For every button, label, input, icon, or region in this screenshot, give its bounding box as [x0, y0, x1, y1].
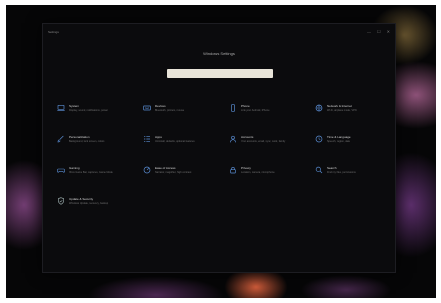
tile-title: Gaming: [69, 166, 80, 170]
minimize-button[interactable]: —: [367, 30, 371, 34]
tile-description: Speech, region, date: [327, 140, 351, 143]
tile-description: Windows Update, recovery, backup: [69, 202, 109, 205]
title-bar: Settings — ☐ ✕: [43, 24, 395, 40]
tile-title: Privacy: [241, 166, 251, 170]
settings-window: Settings — ☐ ✕ Windows Settings System Di…: [42, 23, 396, 273]
settings-tile[interactable]: Privacy Location, camera, microphone: [229, 166, 307, 186]
apps-icon: [143, 135, 151, 143]
brush-icon: [57, 135, 65, 143]
laptop-icon: [57, 104, 65, 112]
settings-tile[interactable]: Phone Link your Android, iPhone: [229, 104, 307, 124]
tile-description: Find my files, permissions: [327, 171, 356, 174]
person-icon: [229, 135, 237, 143]
app-title: Settings: [48, 30, 59, 34]
settings-tile[interactable]: Accounts Your accounts, email, sync, work…: [229, 135, 307, 155]
tile-title: Time & Language: [327, 135, 351, 139]
window-controls: — ☐ ✕: [367, 30, 390, 34]
tile-title: Network & Internet: [327, 104, 352, 108]
settings-tile[interactable]: Network & Internet Wi-Fi, airplane mode, …: [315, 104, 393, 124]
settings-tile[interactable]: Search Find my files, permissions: [315, 166, 393, 186]
tile-title: Phone: [241, 104, 250, 108]
tile-description: Uninstall, defaults, optional features: [155, 140, 195, 143]
desktop: Settings — ☐ ✕ Windows Settings System Di…: [6, 5, 436, 298]
lock-icon: [229, 166, 237, 174]
tile-description: Xbox Game Bar, captures, Game Mode: [69, 171, 113, 174]
globe-icon: [315, 104, 323, 112]
page-title: Windows Settings: [203, 51, 235, 56]
search-input[interactable]: [171, 71, 269, 76]
tile-title: Apps: [155, 135, 162, 139]
settings-tile[interactable]: Time & Language Speech, region, date: [315, 135, 393, 155]
tile-description: Link your Android, iPhone: [241, 109, 270, 112]
tile-description: Bluetooth, printers, mouse: [155, 109, 185, 112]
settings-tile[interactable]: Devices Bluetooth, printers, mouse: [143, 104, 221, 124]
shield-icon: [57, 197, 65, 205]
search-box[interactable]: [167, 69, 273, 78]
settings-tile[interactable]: Apps Uninstall, defaults, optional featur…: [143, 135, 221, 155]
search-icon: [315, 166, 323, 174]
maximize-button[interactable]: ☐: [377, 30, 381, 34]
settings-tile[interactable]: Personalization Background, lock screen, …: [57, 135, 135, 155]
clock-icon: [315, 135, 323, 143]
settings-tile[interactable]: Ease of Access Narrator, magnifier, high …: [143, 166, 221, 186]
tile-description: Display, sound, notifications, power: [69, 109, 109, 112]
settings-tile[interactable]: Gaming Xbox Game Bar, captures, Game Mode: [57, 166, 135, 186]
tile-description: Location, camera, microphone: [241, 171, 275, 174]
tile-title: System: [69, 104, 80, 108]
settings-tile[interactable]: Update & Security Windows Update, recover…: [57, 197, 135, 217]
tile-description: Wi-Fi, airplane mode, VPN: [327, 109, 357, 112]
tile-title: Update & Security: [69, 197, 94, 201]
tile-description: Narrator, magnifier, high contrast: [155, 171, 192, 174]
phone-icon: [229, 104, 237, 112]
gamepad-icon: [57, 166, 65, 174]
tile-description: Your accounts, email, sync, work, family: [241, 140, 286, 143]
tile-title: Devices: [155, 104, 166, 108]
settings-tile[interactable]: System Display, sound, notifications, pow…: [57, 104, 135, 124]
tile-title: Accounts: [241, 135, 254, 139]
tile-title: Personalization: [69, 135, 90, 139]
close-button[interactable]: ✕: [387, 30, 390, 34]
keyboard-icon: [143, 104, 151, 112]
tile-title: Search: [327, 166, 337, 170]
access-icon: [143, 166, 151, 174]
tile-title: Ease of Access: [155, 166, 176, 170]
tile-description: Background, lock screen, colors: [69, 140, 105, 143]
